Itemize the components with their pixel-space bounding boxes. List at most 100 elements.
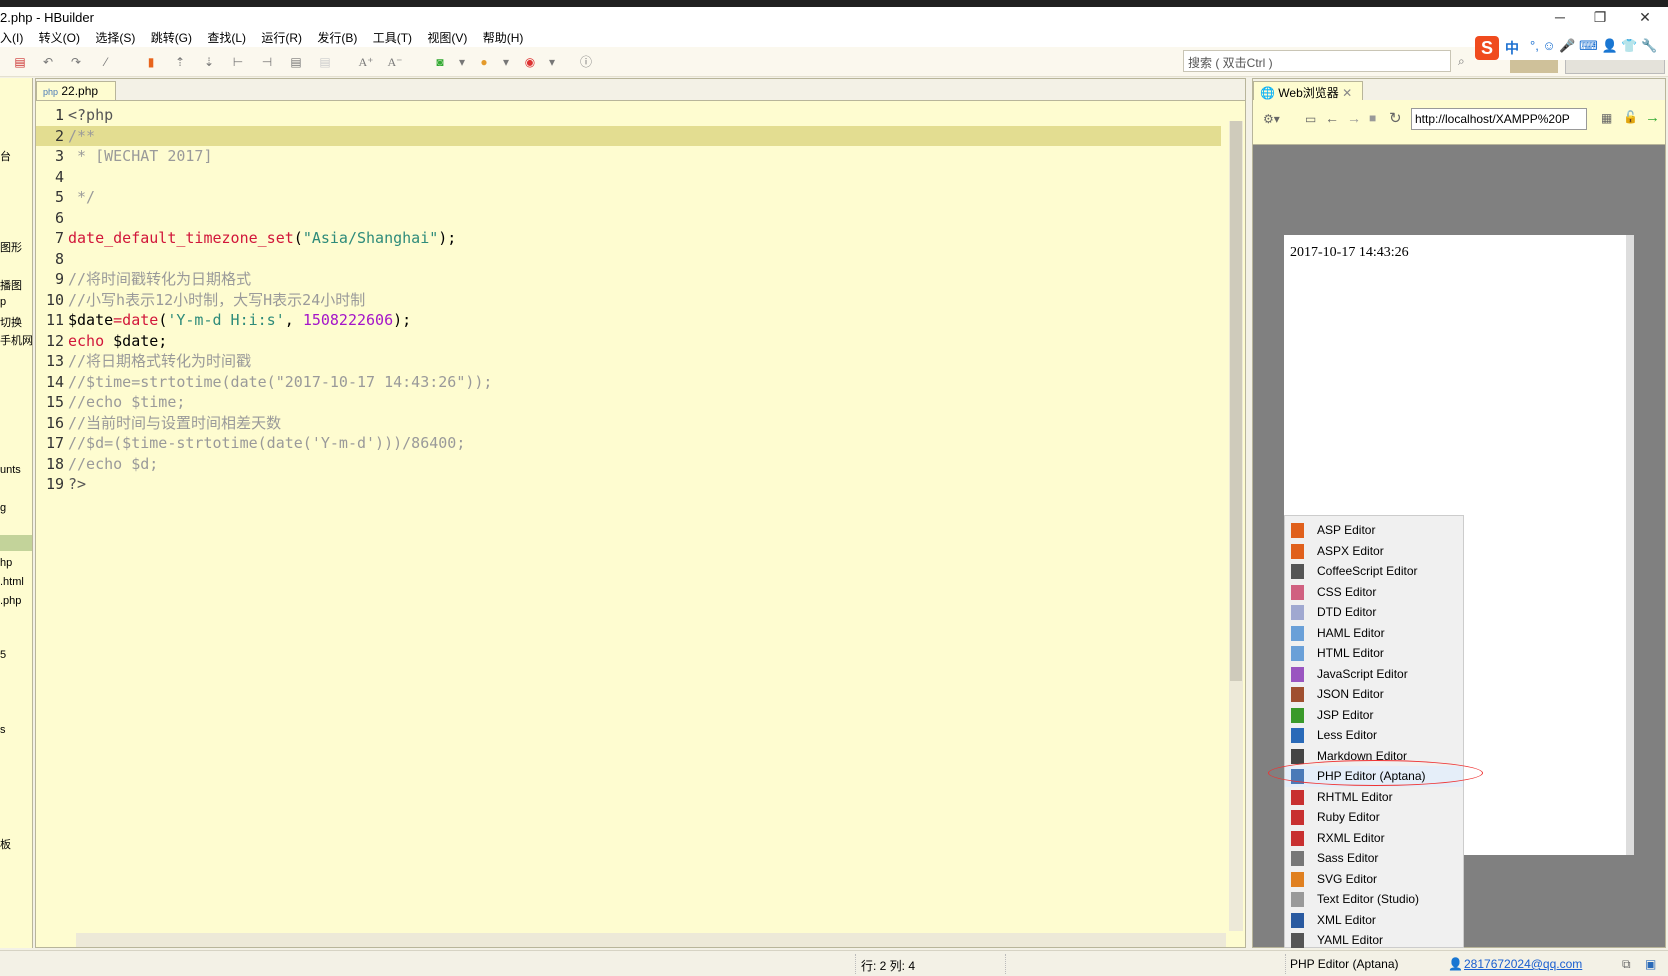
uncomment-icon[interactable]: ▤: [317, 54, 333, 70]
file-type-icon: [1291, 892, 1304, 907]
restore-panel-icon[interactable]: ⧉: [1622, 957, 1631, 972]
menu-item-jsp-editor[interactable]: JSP Editor: [1285, 705, 1463, 726]
back-icon[interactable]: ←: [1325, 110, 1339, 126]
qrcode-icon[interactable]: ▦: [1601, 111, 1612, 125]
menu-item-json-editor[interactable]: JSON Editor: [1285, 684, 1463, 705]
menu-item-ruby-editor[interactable]: Ruby Editor: [1285, 807, 1463, 828]
project-item[interactable]: 台: [0, 148, 11, 164]
menu-item-yaml-editor[interactable]: YAML Editor: [1285, 930, 1463, 951]
close-button[interactable]: ✕: [1630, 9, 1660, 26]
refresh-icon[interactable]: ↻: [1389, 109, 1402, 127]
user-account-link[interactable]: 2817672024@qq.com: [1464, 957, 1582, 971]
file-type-icon: [1291, 543, 1304, 559]
comment-icon[interactable]: ▤: [288, 54, 304, 70]
forward-icon[interactable]: →: [1347, 110, 1361, 126]
project-item[interactable]: 5: [0, 649, 6, 661]
project-item[interactable]: unts: [0, 464, 21, 476]
tab-web-browser[interactable]: 🌐 Web浏览器 ✕: [1253, 81, 1363, 101]
selected-project-item[interactable]: [0, 535, 32, 551]
menu-publish[interactable]: 发行(B): [317, 29, 357, 47]
format-icon[interactable]: ⁄: [98, 54, 114, 70]
project-item[interactable]: 图形: [0, 239, 22, 255]
project-item[interactable]: 板: [0, 836, 11, 852]
vertical-scrollbar[interactable]: [1229, 121, 1243, 931]
indent-left-icon[interactable]: ⊢: [230, 54, 246, 70]
menu-escape[interactable]: 转义(O): [39, 29, 80, 47]
dropdown-icon[interactable]: ▾: [454, 54, 470, 70]
menu-item-less-editor[interactable]: Less Editor: [1285, 725, 1463, 746]
url-input[interactable]: http://localhost/XAMPP%20P: [1411, 108, 1587, 130]
project-item[interactable]: 切换: [0, 314, 22, 330]
ime-tools-icon[interactable]: °, ☺ 🎤 ⌨ 👤 👕 🔧: [1530, 38, 1657, 54]
line-number: 15: [45, 393, 64, 411]
font-decrease-icon[interactable]: A⁻: [387, 54, 403, 70]
console-icon[interactable]: ▭: [1305, 112, 1316, 126]
monitor-icon[interactable]: ▣: [1645, 957, 1656, 971]
code-token: $date;: [104, 331, 168, 350]
hbuilder-run-icon[interactable]: ●: [476, 54, 492, 70]
menu-item-asp-editor[interactable]: ASP Editor: [1285, 520, 1463, 541]
indent-right-icon[interactable]: ⊣: [259, 54, 275, 70]
go-icon[interactable]: →: [1645, 109, 1660, 126]
menu-item-rhtml-editor[interactable]: RHTML Editor: [1285, 787, 1463, 808]
menu-item-xml-editor[interactable]: XML Editor: [1285, 910, 1463, 931]
menu-goto[interactable]: 跳转(G): [151, 29, 192, 47]
menu-item-dtd-editor[interactable]: DTD Editor: [1285, 602, 1463, 623]
redo-icon[interactable]: ↷: [68, 54, 84, 70]
stop-icon[interactable]: ■: [1369, 111, 1376, 125]
code-token: (: [293, 229, 303, 247]
menu-help[interactable]: 帮助(H): [483, 29, 524, 47]
scroll-thumb[interactable]: [1230, 121, 1242, 681]
menu-find[interactable]: 查找(L): [207, 29, 246, 47]
menu-item-haml-editor[interactable]: HAML Editor: [1285, 623, 1463, 644]
minimize-button[interactable]: ─: [1545, 9, 1575, 25]
menu-item-sass-editor[interactable]: Sass Editor: [1285, 848, 1463, 869]
menu-run[interactable]: 运行(R): [261, 29, 302, 47]
menu-item-css-editor[interactable]: CSS Editor: [1285, 582, 1463, 603]
menu-item-aspx-editor[interactable]: ASPX Editor: [1285, 541, 1463, 562]
menu-tools[interactable]: 工具(T): [373, 29, 412, 47]
project-item[interactable]: 播图: [0, 277, 22, 293]
menu-item-javascript-editor[interactable]: JavaScript Editor: [1285, 664, 1463, 685]
project-item[interactable]: p: [0, 296, 6, 308]
ime-language[interactable]: 中: [1505, 38, 1519, 58]
code-token: (: [158, 311, 168, 329]
close-file-icon[interactable]: ▤: [12, 54, 28, 70]
prev-bookmark-icon[interactable]: ⇡: [172, 54, 188, 70]
code-line: 1 <?php: [36, 105, 1221, 126]
project-item[interactable]: 手机网: [0, 332, 32, 348]
code-line: 16//当前时间与设置时间相差天数: [36, 413, 1221, 434]
menu-item-coffeescript-editor[interactable]: CoffeeScript Editor: [1285, 561, 1463, 582]
project-item[interactable]: s: [0, 724, 6, 736]
code-editor[interactable]: 1 <?php 2/** 3 * [WECHAT 2017] 4 5 */6 7 date_d…: [35, 100, 1246, 948]
project-item[interactable]: .html: [0, 576, 24, 588]
search-icon[interactable]: ⌕: [1458, 54, 1465, 69]
menu-insert[interactable]: 入(I): [0, 29, 23, 47]
project-item[interactable]: g: [0, 502, 6, 514]
next-bookmark-icon[interactable]: ⇣: [201, 54, 217, 70]
restore-button[interactable]: ❐: [1585, 9, 1615, 26]
project-item[interactable]: hp: [0, 557, 12, 569]
dropdown-icon[interactable]: ▾: [544, 54, 560, 70]
new-file-icon[interactable]: ◙: [432, 54, 448, 70]
dropdown-icon[interactable]: ▾: [498, 54, 514, 70]
settings-icon[interactable]: ⚙▾: [1263, 112, 1280, 126]
menu-item-text-editor-studio[interactable]: Text Editor (Studio): [1285, 889, 1463, 910]
menu-item-rxml-editor[interactable]: RXML Editor: [1285, 828, 1463, 849]
undo-icon[interactable]: ↶: [40, 54, 56, 70]
menu-item-html-editor[interactable]: HTML Editor: [1285, 643, 1463, 664]
info-icon[interactable]: ⓘ: [578, 54, 594, 70]
menu-select[interactable]: 选择(S): [95, 29, 135, 47]
project-item[interactable]: .php: [0, 595, 21, 607]
lock-icon[interactable]: 🔓: [1623, 110, 1638, 124]
code-line: 11 $date=date('Y-m-d H:i:s', 1508222606);: [36, 310, 1221, 331]
horizontal-scrollbar[interactable]: [76, 933, 1226, 947]
search-input[interactable]: 搜索 ( 双击Ctrl ): [1183, 50, 1451, 72]
menu-item-svg-editor[interactable]: SVG Editor: [1285, 869, 1463, 890]
tab-22-php[interactable]: php 22.php ✕: [36, 81, 116, 112]
menu-view[interactable]: 视图(V): [427, 29, 467, 47]
bookmark-icon[interactable]: ▮: [143, 54, 159, 70]
chrome-icon[interactable]: ◉: [522, 54, 538, 70]
close-tab-icon[interactable]: ✕: [1342, 86, 1352, 100]
font-increase-icon[interactable]: A⁺: [358, 54, 374, 70]
